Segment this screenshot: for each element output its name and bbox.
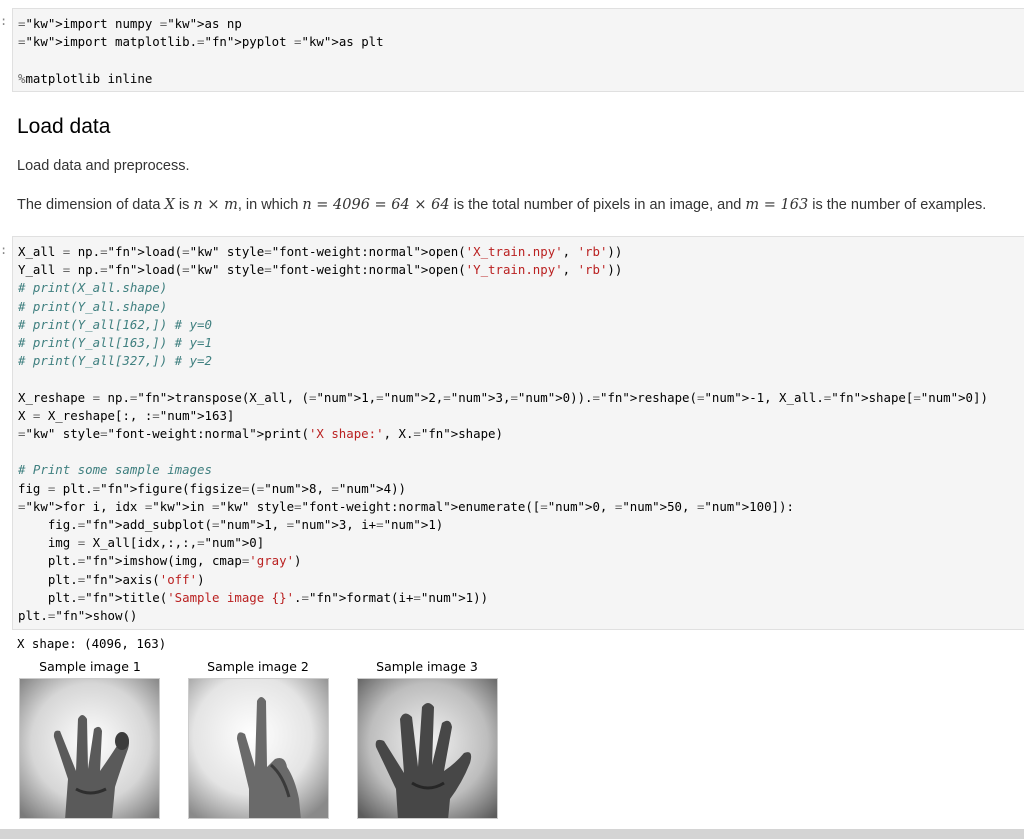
math-X: X: [164, 197, 175, 213]
text: is the number of examples.: [808, 197, 987, 213]
math-nxm: n × m: [193, 197, 238, 213]
figure-title-1: Sample image 1: [39, 659, 141, 674]
figure-title-2: Sample image 2: [207, 659, 309, 674]
section-heading: Load data: [17, 115, 111, 138]
sample-image-2: [188, 678, 329, 819]
markdown-paragraph-dimension: The dimension of data X is n × m, in whi…: [17, 197, 986, 213]
cell-prompt: :: [0, 14, 8, 28]
cell-prompt: :: [0, 243, 8, 257]
math-m-equation: m = 163: [745, 197, 809, 213]
text: , in which: [237, 197, 303, 213]
sample-image-3: [357, 678, 498, 819]
markdown-paragraph: Load data and preprocess.: [17, 158, 190, 174]
sample-image-1: [19, 678, 160, 819]
code-editor[interactable]: ="kw">import numpy ="kw">as np ="kw">imp…: [13, 9, 1024, 88]
text: is the total number of pixels in an imag…: [449, 197, 746, 213]
text: The dimension of data: [17, 197, 165, 213]
math-n-equation: n = 4096 = 64 × 64: [302, 197, 450, 213]
code-editor[interactable]: X_all = np.="fn">load(="kw" style="font-…: [13, 237, 1024, 625]
figure-title-3: Sample image 3: [376, 659, 478, 674]
cell-output-stdout: X shape: (4096, 163): [17, 636, 167, 651]
horizontal-scrollbar[interactable]: [0, 829, 1024, 839]
code-cell-load-data[interactable]: X_all = np.="fn">load(="kw" style="font-…: [12, 236, 1024, 630]
text: is: [174, 197, 194, 213]
code-cell-imports[interactable]: ="kw">import numpy ="kw">as np ="kw">imp…: [12, 8, 1024, 92]
